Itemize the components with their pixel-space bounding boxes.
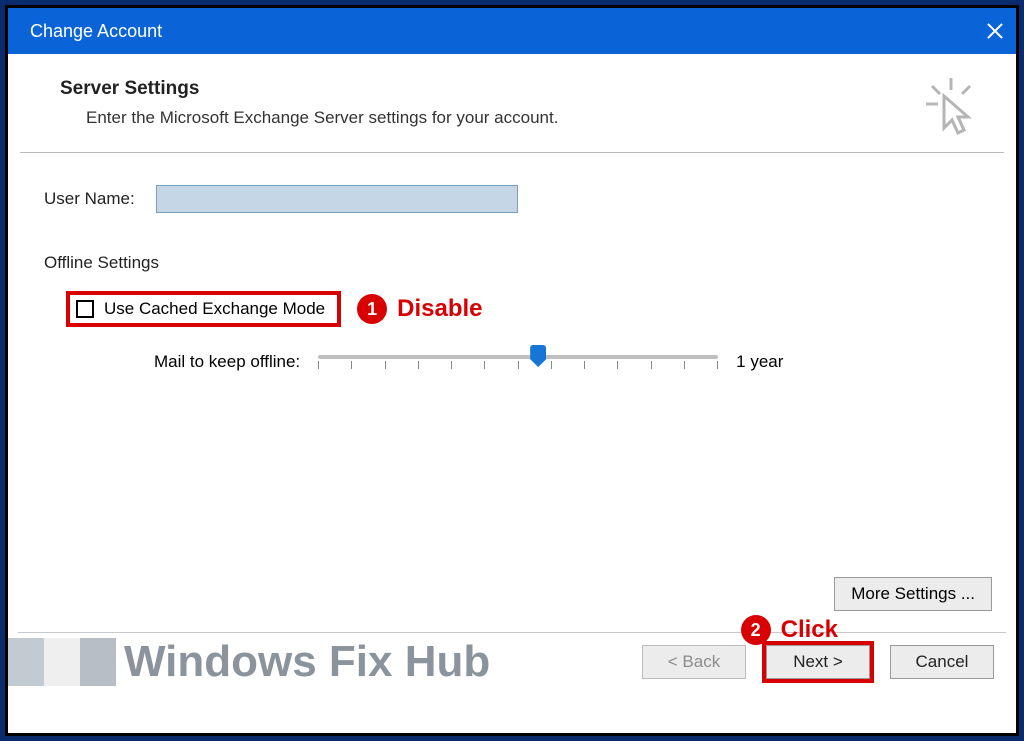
header-title: Server Settings — [60, 78, 558, 100]
offline-slider[interactable] — [318, 347, 718, 377]
cancel-button[interactable]: Cancel — [890, 645, 994, 679]
username-row: User Name: — [44, 185, 980, 213]
username-input[interactable] — [156, 185, 518, 213]
next-button[interactable]: Next > — [766, 645, 870, 679]
click-cursor-icon — [926, 78, 976, 136]
more-settings-button[interactable]: More Settings ... — [834, 577, 992, 611]
cached-mode-label: Use Cached Exchange Mode — [104, 299, 325, 319]
username-label: User Name: — [44, 189, 144, 209]
watermark-text: Windows Fix Hub — [124, 637, 490, 687]
footer-divider — [18, 632, 1006, 633]
footer-buttons: < Back Next > Cancel — [642, 641, 994, 683]
annotation-1-badge: 1 — [357, 294, 387, 324]
slider-row: Mail to keep offline: 1 year — [154, 347, 980, 377]
offline-section-title: Offline Settings — [44, 253, 980, 273]
cached-mode-line: Use Cached Exchange Mode 1 Disable — [44, 291, 980, 327]
slider-track — [318, 355, 718, 359]
titlebar: Change Account — [8, 8, 1016, 54]
header-text: Server Settings Enter the Microsoft Exch… — [60, 78, 558, 128]
cached-mode-checkbox[interactable] — [76, 300, 94, 318]
slider-value-label: 1 year — [736, 352, 783, 372]
header-subtitle: Enter the Microsoft Exchange Server sett… — [86, 108, 558, 128]
cached-mode-row[interactable]: Use Cached Exchange Mode — [66, 291, 341, 327]
window-title: Change Account — [30, 21, 162, 42]
annotation-1-text: Disable — [397, 295, 482, 323]
dialog-window: Change Account Server Settings Enter the… — [5, 5, 1019, 736]
slider-label: Mail to keep offline: — [154, 352, 300, 372]
watermark: Windows Fix Hub — [8, 637, 490, 687]
header: Server Settings Enter the Microsoft Exch… — [8, 54, 1016, 152]
annotation-1: 1 Disable — [357, 294, 482, 324]
slider-ticks — [318, 361, 718, 371]
close-icon[interactable] — [986, 22, 1004, 40]
next-button-highlight: Next > — [762, 641, 874, 683]
watermark-logo-icon — [8, 638, 116, 686]
form-area: User Name: Offline Settings Use Cached E… — [8, 153, 1016, 693]
back-button: < Back — [642, 645, 746, 679]
annotation-2-text: Click — [781, 616, 838, 644]
